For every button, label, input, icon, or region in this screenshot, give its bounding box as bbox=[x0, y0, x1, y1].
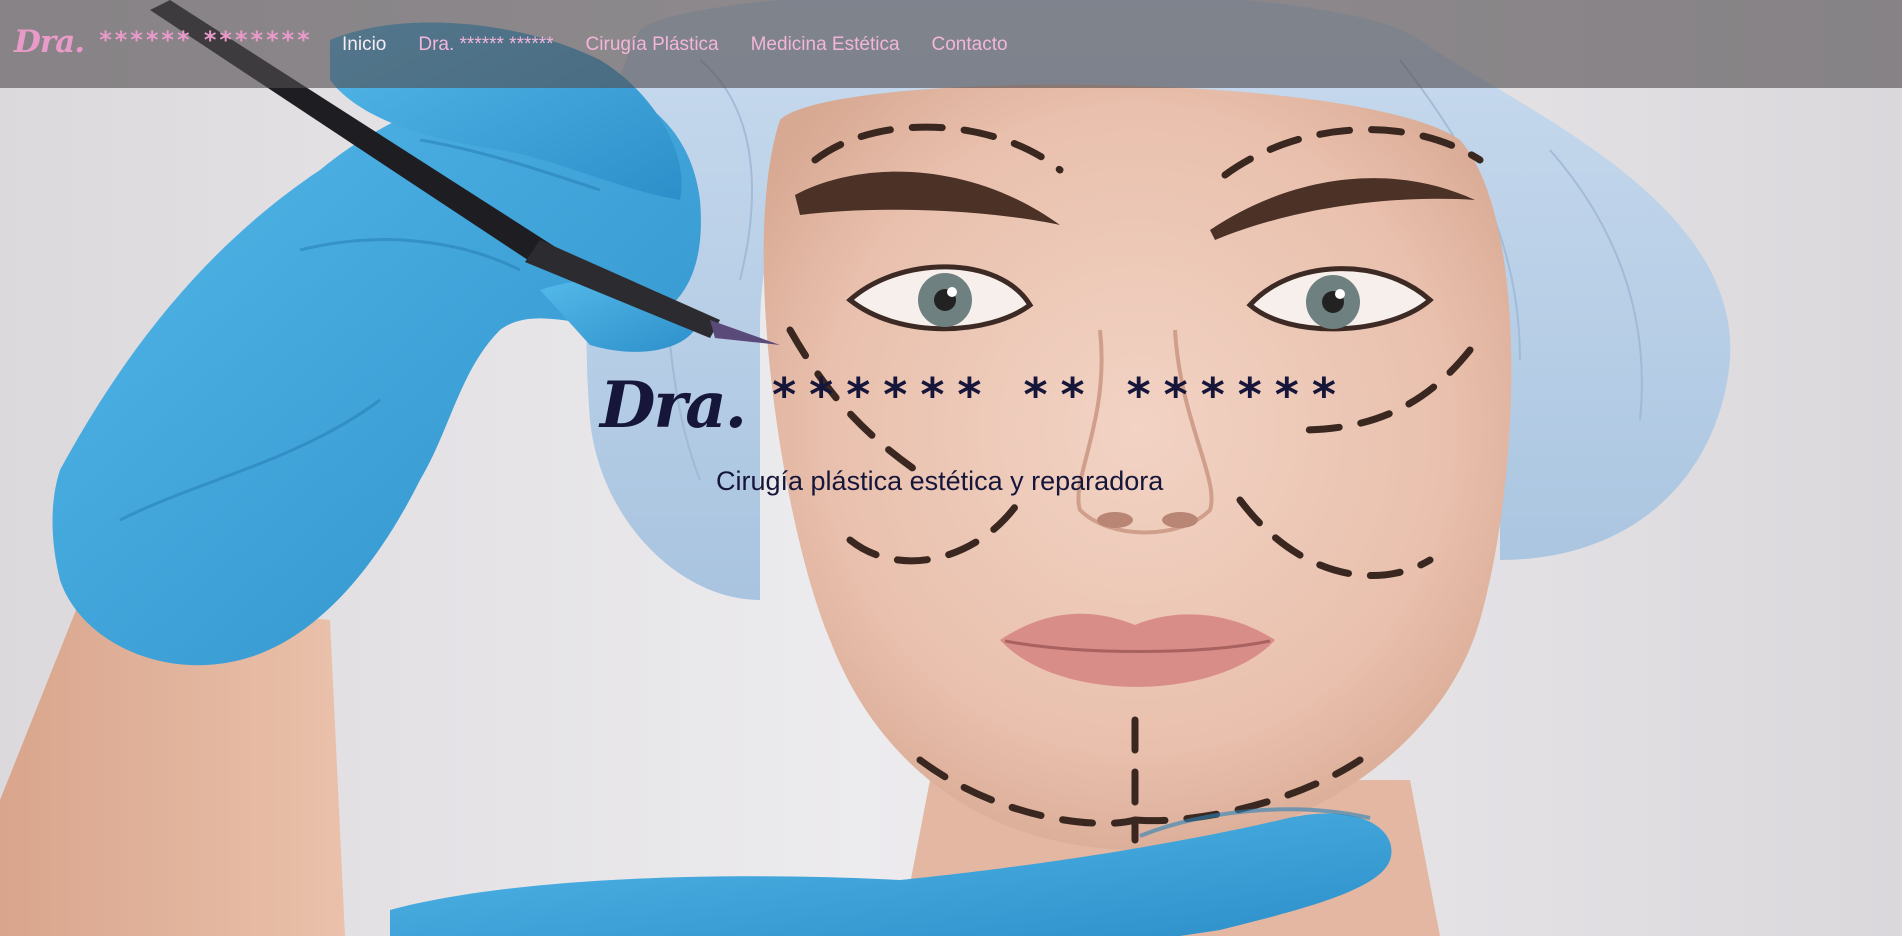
nav-link-dra[interactable]: Dra. ****** ****** bbox=[418, 30, 553, 60]
nav-links: Inicio Dra. ****** ****** Cirugía Plásti… bbox=[342, 30, 1040, 60]
nav-link-medicina-estetica[interactable]: Medicina Estética bbox=[751, 30, 900, 60]
nav-link-contacto[interactable]: Contacto bbox=[932, 30, 1008, 60]
nav-link-cirugia-plastica[interactable]: Cirugía Plástica bbox=[586, 30, 719, 60]
brand-name-masked: ****** ******* bbox=[99, 26, 313, 54]
hero-title-masked-name: ****** ** ****** bbox=[772, 368, 1349, 422]
nav-link-inicio[interactable]: Inicio bbox=[342, 30, 386, 60]
brand-logo[interactable]: Dra. ****** ******* bbox=[14, 24, 313, 64]
hero-subtitle: Cirugía plástica estética y reparadora bbox=[716, 466, 1164, 496]
hero-title-script: Dra. bbox=[600, 368, 747, 443]
hero-section: Dra. ****** ******* Inicio Dra. ****** *… bbox=[0, 0, 1902, 936]
brand-script-text: Dra. bbox=[14, 24, 85, 60]
hero-title: Dra. ****** ** ****** bbox=[600, 368, 1360, 458]
top-navbar: Dra. ****** ******* Inicio Dra. ****** *… bbox=[0, 0, 1902, 88]
